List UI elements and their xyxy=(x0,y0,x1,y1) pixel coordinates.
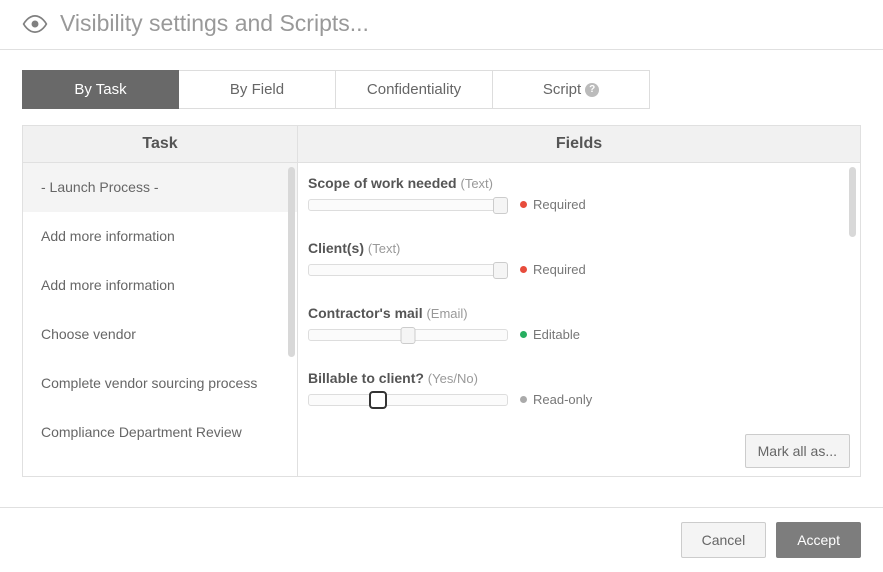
tab-script[interactable]: Script ? xyxy=(493,70,650,109)
status-dot-icon xyxy=(520,201,527,208)
visibility-slider[interactable] xyxy=(308,394,508,406)
field-controls: Required xyxy=(308,197,850,212)
field-name: Billable to client? xyxy=(308,370,424,386)
task-item[interactable]: Compliance Department Review xyxy=(23,408,297,457)
status-text: Required xyxy=(533,197,586,212)
task-label: Compliance Department Review xyxy=(41,424,242,440)
task-label: Add more information xyxy=(41,228,175,244)
field-name: Contractor's mail xyxy=(308,305,423,321)
field-name: Scope of work needed xyxy=(308,175,457,191)
mark-all-button[interactable]: Mark all as... xyxy=(745,434,850,468)
tab-bar: By Task By Field Confidentiality Script … xyxy=(0,50,883,109)
field-type: (Text) xyxy=(368,241,401,256)
dialog-footer: Cancel Accept xyxy=(0,507,883,572)
status-text: Editable xyxy=(533,327,580,342)
field-label: Client(s) (Text) xyxy=(308,240,850,256)
status-text: Read-only xyxy=(533,392,592,407)
task-item[interactable]: Add more information xyxy=(23,261,297,310)
task-scrollbar[interactable] xyxy=(288,167,295,357)
task-list: - Launch Process - Add more information … xyxy=(23,163,298,476)
field-name: Client(s) xyxy=(308,240,364,256)
field-label: Billable to client? (Yes/No) xyxy=(308,370,850,386)
tab-by-task[interactable]: By Task xyxy=(22,70,179,109)
fields-scrollbar[interactable] xyxy=(849,167,856,237)
tab-label: By Field xyxy=(230,81,284,98)
slider-handle[interactable] xyxy=(493,197,508,214)
tab-confidentiality[interactable]: Confidentiality xyxy=(336,70,493,109)
dialog-title: Visibility settings and Scripts... xyxy=(60,10,369,37)
tab-by-field[interactable]: By Field xyxy=(179,70,336,109)
task-item[interactable]: Choose vendor xyxy=(23,310,297,359)
task-label: - Launch Process - xyxy=(41,179,159,195)
field-row: Billable to client? (Yes/No) Read-only xyxy=(308,370,850,407)
task-label: Complete vendor sourcing process xyxy=(41,375,257,391)
status-dot-icon xyxy=(520,396,527,403)
field-type: (Yes/No) xyxy=(428,371,478,386)
visibility-slider[interactable] xyxy=(308,264,508,276)
field-status: Required xyxy=(520,262,586,277)
slider-handle[interactable] xyxy=(369,391,387,409)
fields-panel: Scope of work needed (Text) Required Cli… xyxy=(298,163,860,476)
dialog-header: Visibility settings and Scripts... xyxy=(0,0,883,50)
tab-label: Confidentiality xyxy=(367,81,461,98)
visibility-slider[interactable] xyxy=(308,329,508,341)
table-body: - Launch Process - Add more information … xyxy=(23,163,860,476)
field-label: Scope of work needed (Text) xyxy=(308,175,850,191)
field-status: Required xyxy=(520,197,586,212)
task-label: Add more information xyxy=(41,277,175,293)
status-text: Required xyxy=(533,262,586,277)
task-label: Choose vendor xyxy=(41,326,136,342)
settings-table: Task Fields - Launch Process - Add more … xyxy=(22,125,861,477)
field-controls: Required xyxy=(308,262,850,277)
table-header: Task Fields xyxy=(23,126,860,163)
field-row: Scope of work needed (Text) Required xyxy=(308,175,850,212)
tab-label: By Task xyxy=(74,81,126,98)
help-icon[interactable]: ? xyxy=(585,83,599,97)
accept-button[interactable]: Accept xyxy=(776,522,861,558)
field-type: (Text) xyxy=(460,176,493,191)
field-status: Read-only xyxy=(520,392,592,407)
field-controls: Editable xyxy=(308,327,850,342)
task-item[interactable]: Complete vendor sourcing process xyxy=(23,359,297,408)
col-header-task: Task xyxy=(23,126,298,162)
eye-icon xyxy=(22,11,48,37)
col-header-fields: Fields xyxy=(298,126,860,162)
field-row: Client(s) (Text) Required xyxy=(308,240,850,277)
task-item[interactable]: Add more information xyxy=(23,212,297,261)
field-label: Contractor's mail (Email) xyxy=(308,305,850,321)
field-status: Editable xyxy=(520,327,580,342)
cancel-button[interactable]: Cancel xyxy=(681,522,767,558)
slider-handle[interactable] xyxy=(401,327,416,344)
visibility-slider[interactable] xyxy=(308,199,508,211)
slider-handle[interactable] xyxy=(493,262,508,279)
status-dot-icon xyxy=(520,266,527,273)
task-item-launch-process[interactable]: - Launch Process - xyxy=(23,163,297,212)
field-row: Contractor's mail (Email) Editable xyxy=(308,305,850,342)
field-type: (Email) xyxy=(426,306,467,321)
field-controls: Read-only xyxy=(308,392,850,407)
tab-label: Script xyxy=(543,81,581,98)
status-dot-icon xyxy=(520,331,527,338)
